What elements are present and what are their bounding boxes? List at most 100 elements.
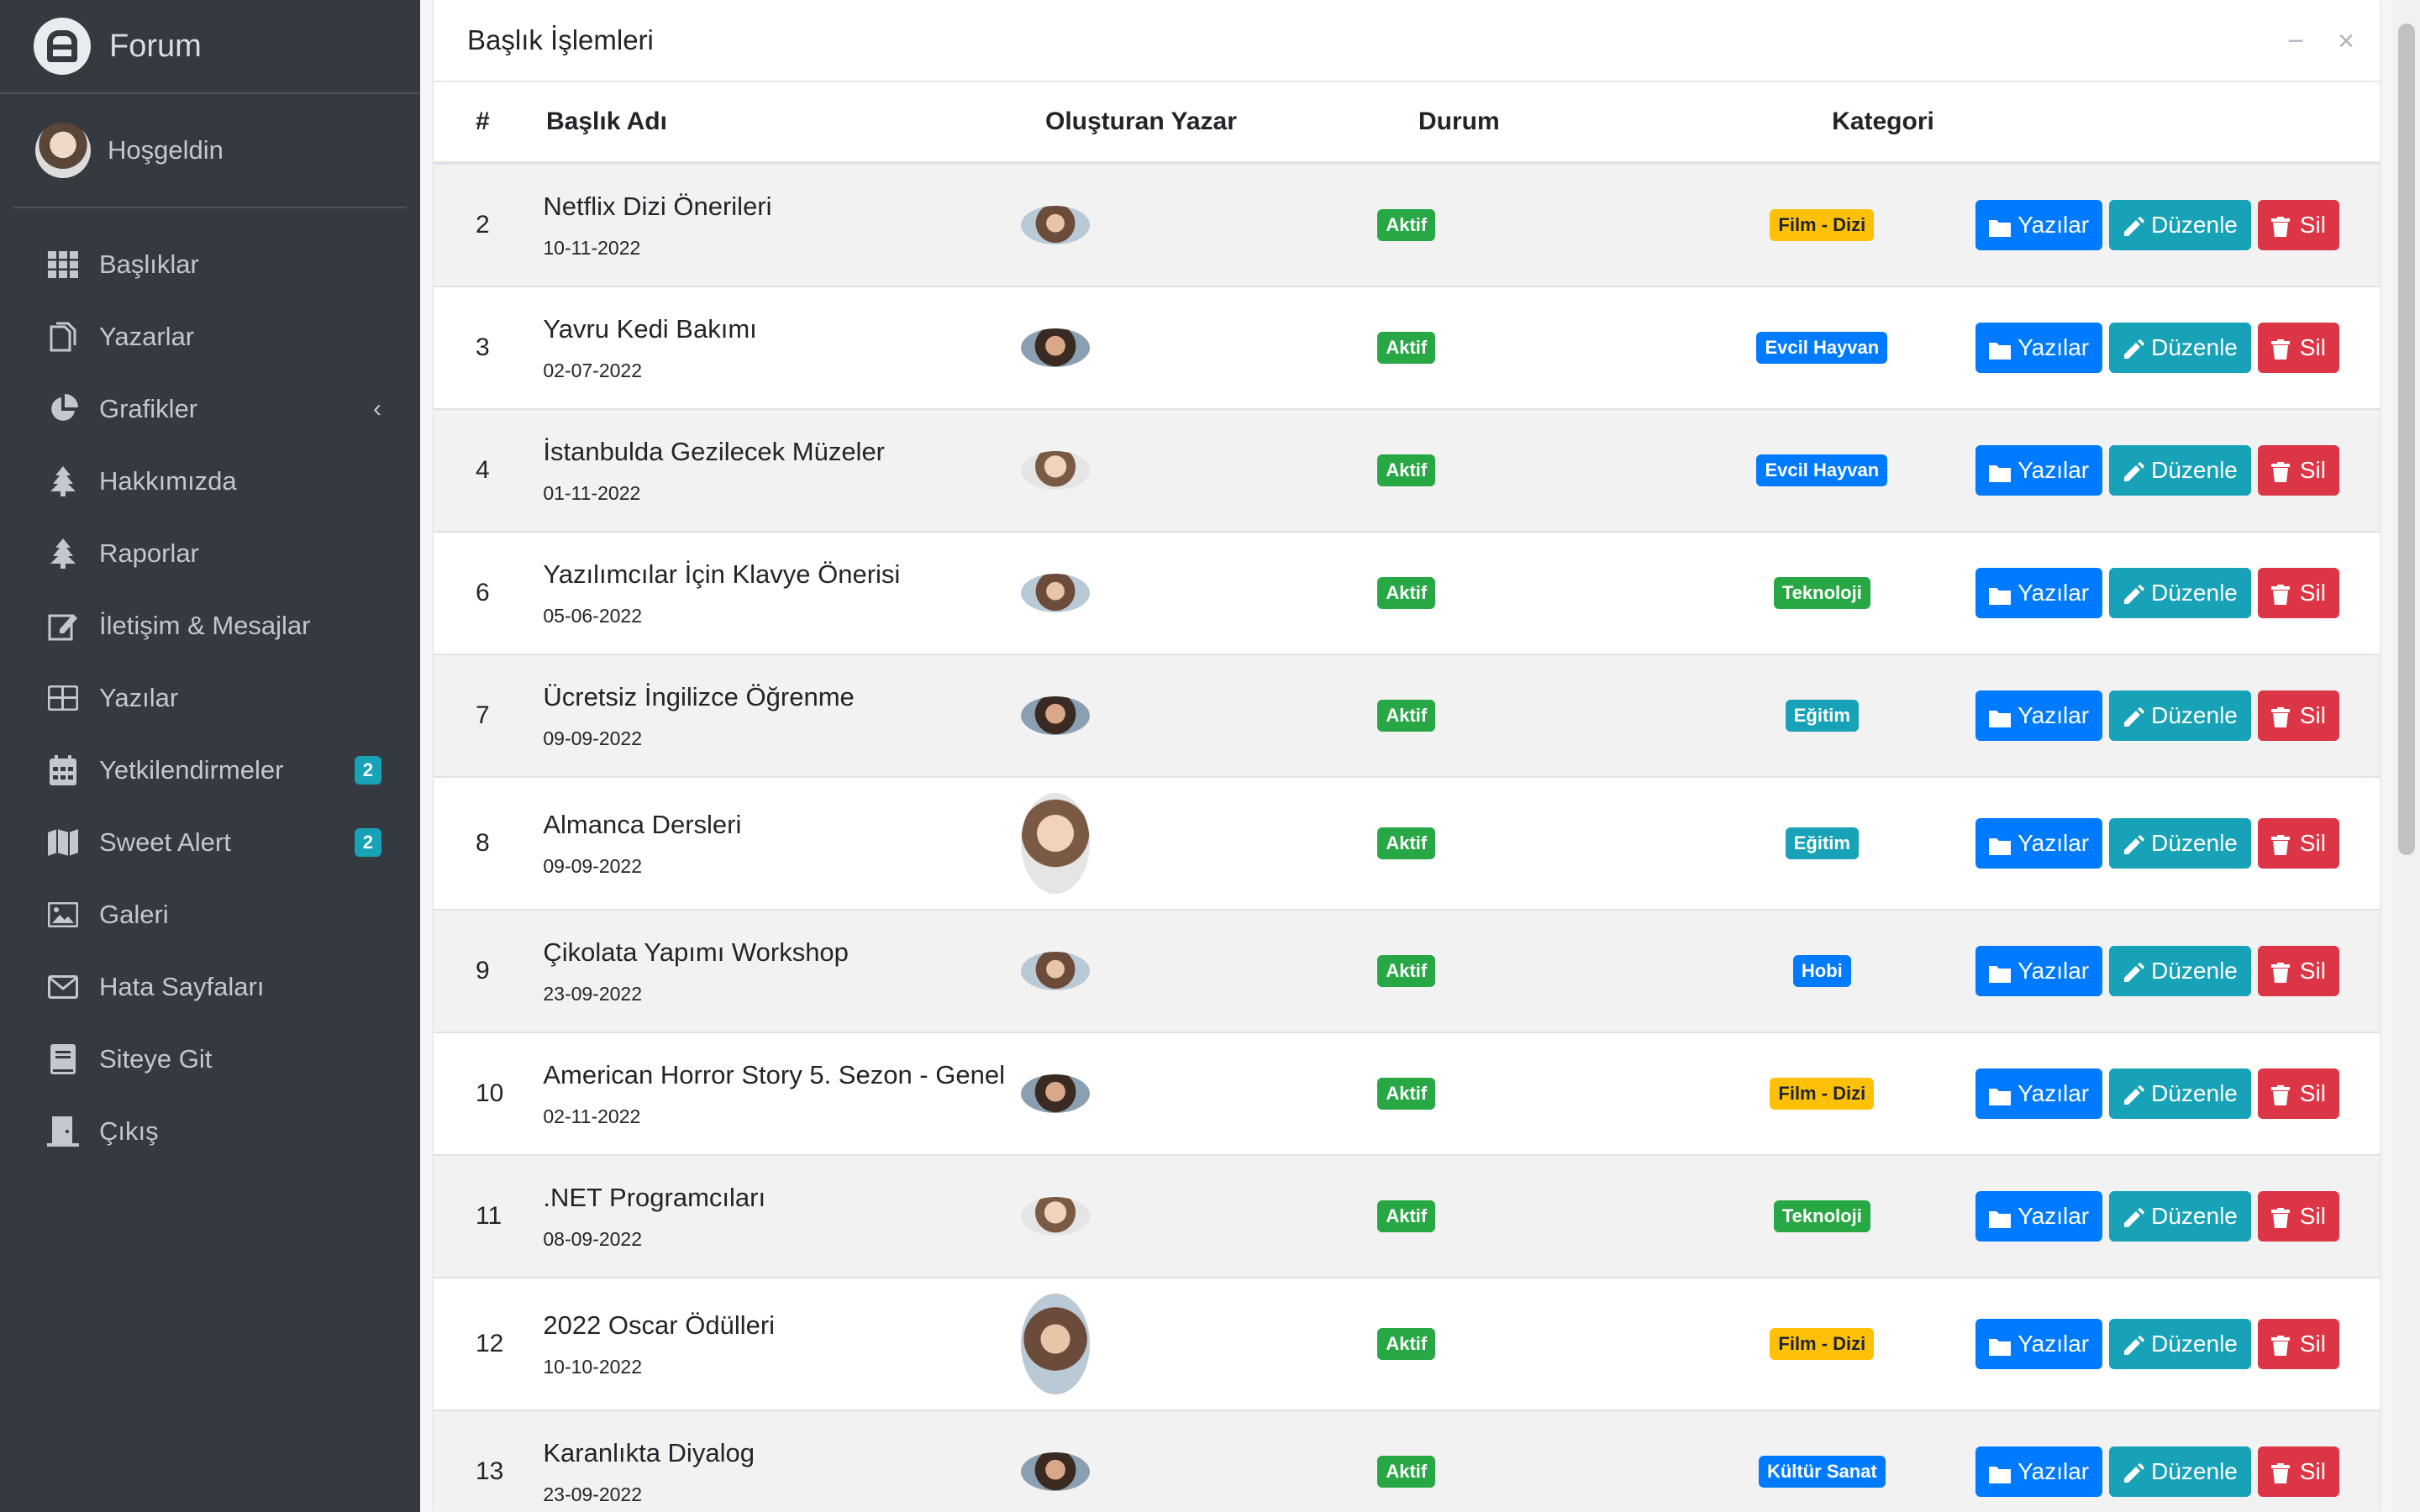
posts-button[interactable]: Yazılar (1975, 1319, 2103, 1369)
category-cell: Film - Dizi (1669, 1328, 1975, 1360)
delete-button[interactable]: Sil (2257, 1191, 2339, 1242)
author-avatar[interactable] (1020, 1197, 1090, 1236)
posts-button-label: Yazılar (2018, 580, 2090, 606)
delete-button-label: Sil (2299, 1203, 2326, 1229)
posts-button-label: Yazılar (2018, 457, 2090, 483)
table-body: 2 Netflix Dizi Önerileri 10-11-2022 Aktif Fi… (434, 165, 2380, 1512)
scrollbar-thumb[interactable] (2398, 24, 2415, 855)
posts-button[interactable]: Yazılar (1975, 1068, 2103, 1119)
folder-icon (1989, 706, 2012, 727)
posts-button[interactable]: Yazılar (1975, 200, 2103, 250)
sidebar-item-label: Yazarlar (99, 322, 195, 351)
delete-button[interactable]: Sil (2257, 323, 2339, 373)
sidebar-item-11[interactable]: Hata Sayfaları (0, 951, 420, 1023)
sidebar-item-4[interactable]: Hakkımızda (0, 445, 420, 517)
pencil-icon (2123, 962, 2145, 982)
user-greeting: Hoşgeldin (108, 135, 224, 165)
author-avatar[interactable] (1020, 793, 1090, 894)
sidebar-item-10[interactable]: Galeri (0, 879, 420, 951)
delete-button[interactable]: Sil (2257, 200, 2339, 250)
table-row: 4 İstanbulda Gezilecek Müzeler 01-11-2022 A… (434, 410, 2380, 533)
posts-button[interactable]: Yazılar (1975, 323, 2103, 373)
edit-button[interactable]: Düzenle (2109, 1068, 2251, 1119)
header-status: Durum (1418, 108, 1500, 135)
delete-button[interactable]: Sil (2257, 1319, 2339, 1369)
sidebar-item-9[interactable]: Sweet Alert 2 (0, 806, 420, 879)
folder-icon (1989, 1084, 2012, 1105)
sidebar-item-3[interactable]: Grafikler ‹ (0, 373, 420, 445)
posts-button[interactable]: Yazılar (1975, 818, 2103, 869)
posts-button[interactable]: Yazılar (1975, 690, 2103, 741)
status-badge: Aktif (1377, 332, 1436, 364)
author-cell (1020, 1074, 1378, 1113)
edit-button[interactable]: Düzenle (2109, 1191, 2251, 1242)
close-icon[interactable]: × (2338, 25, 2354, 58)
topic-title: 2022 Oscar Ödülleri (543, 1310, 776, 1340)
edit-button[interactable]: Düzenle (2109, 1319, 2251, 1369)
delete-button[interactable]: Sil (2257, 1446, 2339, 1497)
delete-button[interactable]: Sil (2257, 690, 2339, 741)
sidebar-item-1[interactable]: Başlıklar (0, 228, 420, 301)
edit-button-label: Düzenle (2151, 1331, 2238, 1357)
edit-button[interactable]: Düzenle (2109, 690, 2251, 741)
delete-button[interactable]: Sil (2257, 946, 2339, 996)
user-panel[interactable]: Hoşgeldin (13, 94, 407, 208)
header-num: # (476, 108, 490, 135)
status-cell: Aktif (1377, 827, 1668, 859)
edit-button[interactable]: Düzenle (2109, 200, 2251, 250)
actions-cell: Yazılar Düzenle Sil (1975, 946, 2380, 996)
edit-button[interactable]: Düzenle (2109, 818, 2251, 869)
edit-button[interactable]: Düzenle (2109, 445, 2251, 496)
status-cell: Aktif (1377, 332, 1668, 364)
sidebar-item-2[interactable]: Yazarlar (0, 301, 420, 373)
sidebar-item-6[interactable]: İletişim & Mesajlar (0, 590, 420, 662)
card-header: Başlık İşlemleri − × (434, 0, 2380, 82)
author-avatar[interactable] (1020, 1074, 1090, 1113)
edit-button[interactable]: Düzenle (2109, 323, 2251, 373)
posts-button[interactable]: Yazılar (1975, 1191, 2103, 1242)
calendar-icon (47, 755, 79, 785)
pencil-icon (2123, 1207, 2145, 1227)
posts-button[interactable]: Yazılar (1975, 568, 2103, 618)
header-title: Başlık Adı (546, 108, 667, 135)
book-icon (47, 1044, 79, 1074)
map-icon (47, 827, 79, 858)
edit-button[interactable]: Düzenle (2109, 946, 2251, 996)
sidebar-item-12[interactable]: Siteye Git (0, 1023, 420, 1095)
sidebar-item-13[interactable]: Çıkış (0, 1095, 420, 1168)
author-avatar[interactable] (1020, 206, 1090, 244)
topic-cell: Yazılımcılar İçin Klavye Önerisi 05-06-20… (543, 559, 1020, 627)
sidebar-item-8[interactable]: Yetkilendirmeler 2 (0, 734, 420, 806)
delete-button[interactable]: Sil (2257, 568, 2339, 618)
sidebar-item-5[interactable]: Raporlar (0, 517, 420, 590)
edit-button-label: Düzenle (2151, 334, 2238, 360)
pencil-icon (2123, 1462, 2145, 1483)
count-badge: 2 (354, 756, 381, 785)
page-scrollbar[interactable] (2393, 0, 2420, 1512)
author-avatar[interactable] (1020, 1452, 1090, 1491)
edit-button[interactable]: Düzenle (2109, 568, 2251, 618)
posts-button[interactable]: Yazılar (1975, 1446, 2103, 1497)
author-avatar[interactable] (1020, 328, 1090, 367)
author-avatar[interactable] (1020, 696, 1090, 735)
chevron-left-icon[interactable]: ‹ (373, 395, 381, 423)
author-avatar[interactable] (1020, 574, 1090, 612)
minimize-icon[interactable]: − (2287, 25, 2304, 58)
brand-link[interactable]: Forum (0, 0, 420, 94)
category-badge: Evcil Hayvan (1756, 332, 1888, 364)
author-avatar[interactable] (1020, 952, 1090, 990)
delete-button[interactable]: Sil (2257, 445, 2339, 496)
posts-button-label: Yazılar (2018, 958, 2090, 984)
posts-button[interactable]: Yazılar (1975, 445, 2103, 496)
delete-button[interactable]: Sil (2257, 1068, 2339, 1119)
status-cell: Aktif (1377, 1328, 1668, 1360)
edit-button[interactable]: Düzenle (2109, 1446, 2251, 1497)
delete-button[interactable]: Sil (2257, 818, 2339, 869)
author-avatar[interactable] (1020, 451, 1090, 490)
author-avatar[interactable] (1020, 1294, 1090, 1394)
sidebar-item-7[interactable]: Yazılar (0, 662, 420, 734)
actions-cell: Yazılar Düzenle Sil (1975, 818, 2380, 869)
folder-icon (1989, 962, 2012, 983)
posts-button[interactable]: Yazılar (1975, 946, 2103, 996)
category-cell: Evcil Hayvan (1669, 454, 1975, 486)
